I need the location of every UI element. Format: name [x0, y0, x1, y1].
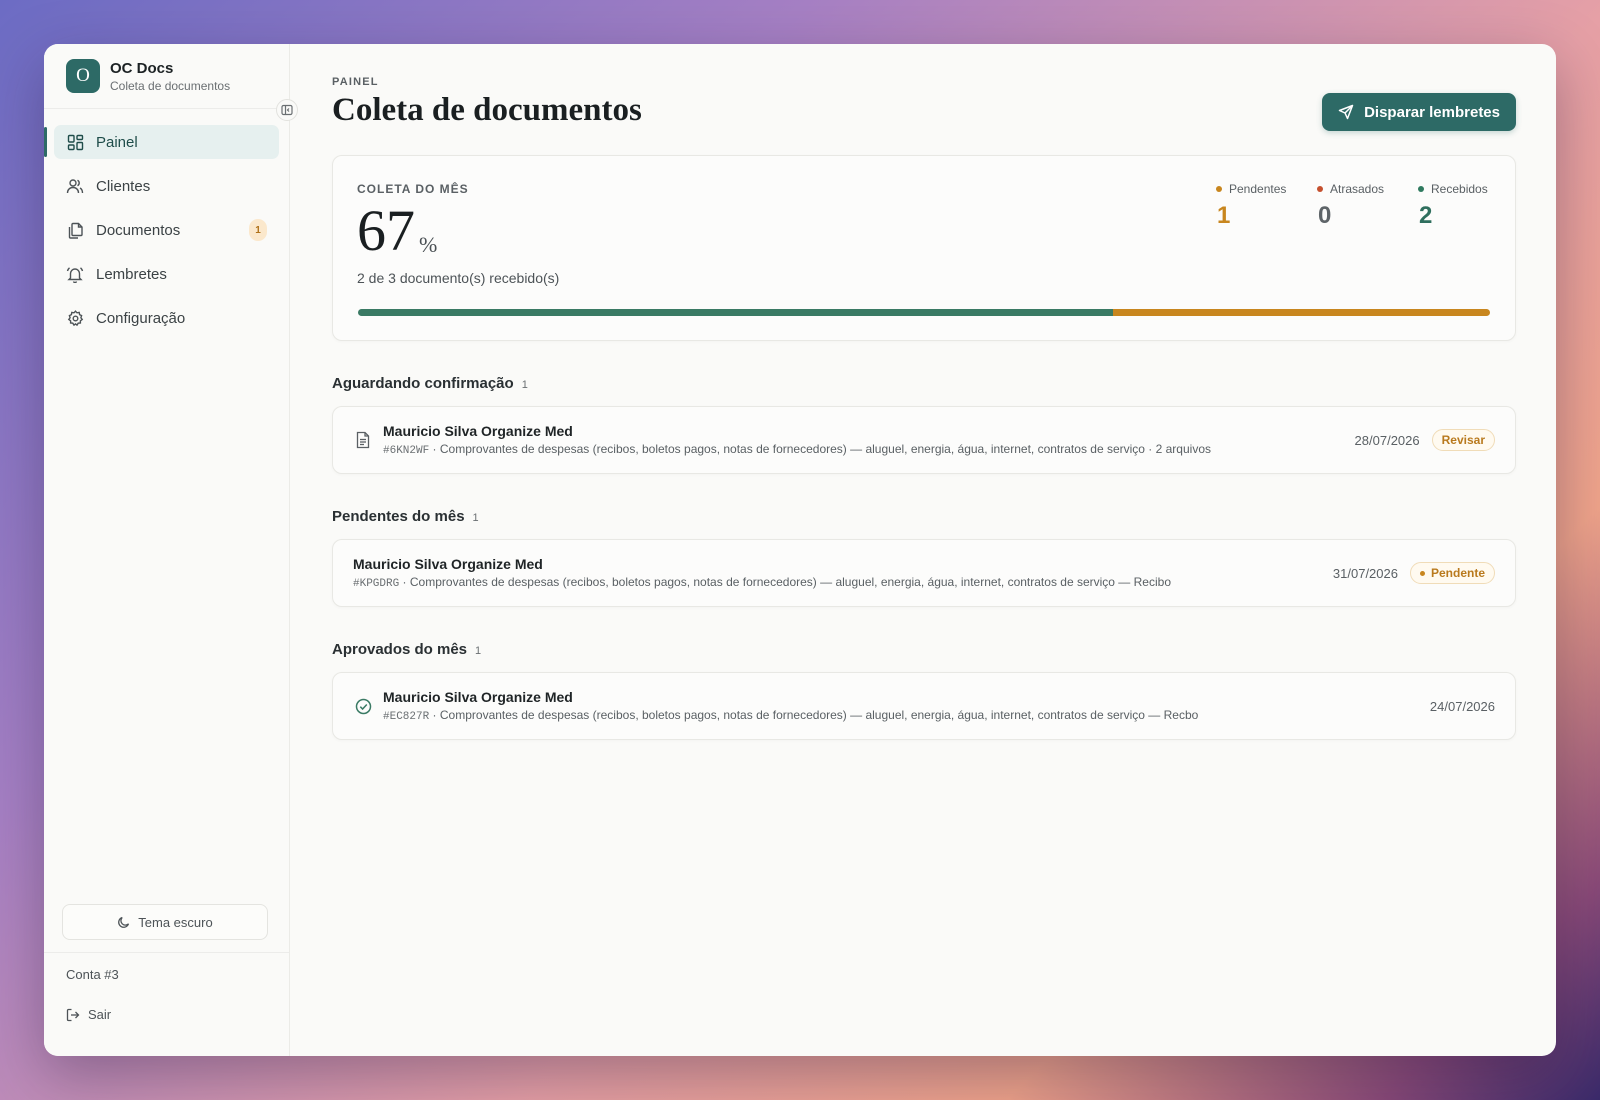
sidebar-footer: Conta #3 Sair	[44, 952, 289, 1036]
theme-button-label: Tema escuro	[138, 914, 213, 930]
users-icon	[66, 177, 84, 195]
collection-percent: 67	[357, 198, 415, 263]
row-description: · Comprovantes de despesas (recibos, bol…	[429, 442, 1211, 456]
overdue-dot	[1317, 186, 1323, 192]
collection-summary: 2 de 3 documento(s) recebido(s)	[357, 270, 560, 286]
monthly-collection-card: COLETA DO MÊS 67 % 2 de 3 documento(s) r…	[332, 155, 1516, 341]
counter-value: 2	[1419, 202, 1433, 229]
counter-pendentes: Pendentes 1	[1216, 182, 1317, 230]
sidebar-item-label: Configuração	[96, 309, 186, 327]
send-reminders-button[interactable]: Disparar lembretes	[1322, 93, 1516, 131]
row-description: · Comprovantes de despesas (recibos, bol…	[399, 575, 1171, 589]
received-dot	[1418, 186, 1424, 192]
logout-label: Sair	[88, 1007, 112, 1022]
collapse-sidebar-button[interactable]	[276, 99, 298, 121]
sidebar-item-label: Painel	[96, 133, 138, 151]
counter-label: Pendentes	[1229, 182, 1287, 196]
main-content: PAINEL Coleta de documentos Disparar lem…	[290, 44, 1556, 1056]
pending-dot	[1419, 570, 1425, 576]
section-awaiting-title: Aguardando confirmação 1	[332, 375, 1516, 392]
collection-progress-bar	[358, 309, 1490, 316]
sidebar-toggle-icon	[281, 104, 293, 116]
sidebar: O OC Docs Coleta de documentos Painel Cl…	[44, 44, 298, 1056]
breadcrumb: PAINEL	[332, 76, 379, 88]
gear-icon	[66, 309, 84, 327]
documents-count-badge: 1	[249, 219, 267, 241]
list-item[interactable]: Mauricio Silva Organize Med #EC827R · Co…	[332, 672, 1516, 740]
row-meta: #EC827R · Comprovantes de despesas (reci…	[383, 708, 1414, 723]
section-count: 1	[521, 379, 528, 391]
pending-dot	[1216, 186, 1222, 192]
brand-name: OC Docs	[110, 59, 174, 77]
counter-label: Recebidos	[1431, 182, 1488, 196]
counter-atrasados: Atrasados 0	[1317, 182, 1418, 230]
send-icon	[1338, 104, 1354, 120]
brand[interactable]: O OC Docs Coleta de documentos	[44, 44, 289, 109]
row-date: 24/07/2026	[1429, 698, 1495, 714]
row-description: · Comprovantes de despesas (recibos, bol…	[429, 708, 1199, 722]
file-icon	[353, 430, 373, 450]
row-title: Mauricio Silva Organize Med	[383, 423, 573, 439]
review-button[interactable]: Revisar	[1431, 429, 1495, 451]
status-counters: Pendentes 1 Atrasados 0 Recebidos 2	[1216, 182, 1490, 230]
row-title: Mauricio Silva Organize Med	[383, 689, 573, 705]
sidebar-item-clientes[interactable]: Clientes	[54, 169, 279, 203]
sidebar-item-lembretes[interactable]: Lembretes	[54, 257, 279, 291]
section-count: 1	[472, 512, 479, 524]
list-item[interactable]: Mauricio Silva Organize Med #6KN2WF · Co…	[332, 406, 1516, 474]
list-item[interactable]: Mauricio Silva Organize Med #KPGDRG · Co…	[332, 539, 1516, 607]
progress-pending-segment	[1113, 309, 1490, 316]
dashboard-icon	[66, 133, 84, 151]
sidebar-item-painel[interactable]: Painel	[44, 125, 279, 159]
app-window: O OC Docs Coleta de documentos Painel Cl…	[44, 44, 1556, 1056]
sidebar-item-label: Clientes	[96, 177, 151, 195]
section-title-text: Aguardando confirmação	[332, 375, 514, 392]
status-badge-label: Pendente	[1430, 566, 1485, 580]
documents-icon	[66, 221, 84, 239]
account-label: Conta #3	[66, 967, 119, 982]
sidebar-item-label: Documentos	[96, 221, 181, 239]
sidebar-item-documentos[interactable]: Documentos 1	[54, 213, 279, 247]
send-reminders-label: Disparar lembretes	[1364, 103, 1500, 121]
counter-label: Atrasados	[1330, 182, 1385, 196]
row-code: #EC827R	[383, 711, 430, 723]
section-approved-title: Aprovados do mês 1	[332, 641, 1516, 658]
sidebar-item-configuracao[interactable]: Configuração	[54, 301, 279, 335]
check-circle-icon	[353, 696, 373, 716]
percent-unit: %	[419, 232, 438, 257]
row-meta: #KPGDRG · Comprovantes de despesas (reci…	[353, 575, 1317, 590]
status-badge: Pendente	[1409, 562, 1495, 584]
moon-icon	[118, 916, 130, 928]
brand-logo: O	[66, 59, 100, 93]
logout-button[interactable]: Sair	[44, 993, 289, 1036]
counter-value: 1	[1217, 202, 1231, 229]
dark-theme-toggle[interactable]: Tema escuro	[62, 904, 268, 940]
section-title-text: Aprovados do mês	[332, 641, 468, 658]
section-pending-title: Pendentes do mês 1	[332, 508, 1516, 525]
row-date: 28/07/2026	[1354, 432, 1420, 448]
counter-recebidos: Recebidos 2	[1418, 182, 1490, 230]
sidebar-nav: Painel Clientes Documentos 1 Lembretes C…	[44, 109, 289, 361]
logout-icon	[66, 1008, 80, 1021]
row-title: Mauricio Silva Organize Med	[353, 556, 543, 572]
counter-value: 0	[1318, 202, 1332, 229]
progress-received-segment	[358, 309, 1114, 316]
section-count: 1	[475, 645, 482, 657]
row-meta: #6KN2WF · Comprovantes de despesas (reci…	[383, 442, 1339, 457]
brand-subtitle: Coleta de documentos	[110, 78, 231, 93]
row-date: 31/07/2026	[1332, 565, 1398, 581]
bell-icon	[66, 265, 84, 283]
sidebar-item-label: Lembretes	[96, 265, 167, 283]
section-title-text: Pendentes do mês	[332, 508, 465, 525]
row-code: #6KN2WF	[383, 445, 430, 457]
row-code: #KPGDRG	[353, 578, 400, 590]
